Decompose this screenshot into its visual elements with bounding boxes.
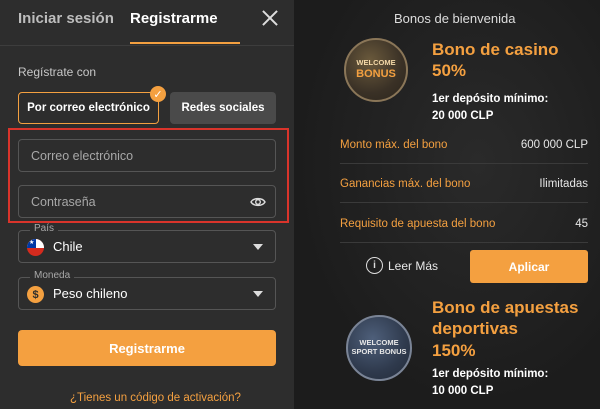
bonus-detail-value: 45: [575, 218, 588, 230]
coin-icon: $: [27, 286, 44, 303]
casino-min-deposit: 1er depósito mínimo: 20 000 CLP: [432, 91, 548, 124]
divider: [340, 163, 588, 164]
bonus-detail-value: 600 000 CLP: [520, 139, 588, 151]
close-icon[interactable]: [258, 6, 282, 30]
country-value: Chile: [53, 239, 83, 254]
info-icon[interactable]: i: [366, 257, 383, 274]
register-with-label: Regístrate con: [18, 65, 97, 79]
casino-bonus-percent: 50%: [432, 61, 467, 81]
casino-bonus-title: Bono de casino 50%: [432, 39, 592, 82]
currency-label: Moneda: [30, 270, 75, 281]
welcome-bonus-badge: WELCOME BONUS: [344, 38, 408, 102]
badge-line: BONUS: [356, 67, 396, 80]
divider: [340, 242, 588, 243]
sport-min-deposit: 1er depósito mínimo: 10 000 CLP: [432, 366, 548, 399]
activation-code-link[interactable]: ¿Tienes un código de activación?: [70, 392, 241, 404]
badge-line: SPORT BONUS: [351, 347, 407, 356]
casino-bonus-title-line: Bono de casino: [432, 40, 559, 59]
eye-icon[interactable]: [250, 195, 266, 209]
currency-select[interactable]: $ Peso chileno: [18, 277, 276, 310]
email-field[interactable]: Correo electrónico: [18, 139, 276, 172]
auth-tabs: Iniciar sesión Registrarme: [0, 0, 294, 46]
min-deposit-value: 20 000 CLP: [432, 109, 494, 122]
apply-button[interactable]: Aplicar: [470, 250, 588, 283]
sport-bonus-percent: 150%: [432, 340, 476, 360]
bonuses-title: Bonos de bienvenida: [394, 11, 516, 26]
password-placeholder: Contraseña: [31, 194, 96, 209]
currency-value: Peso chileno: [53, 286, 128, 301]
min-deposit-label: 1er depósito mínimo:: [432, 368, 549, 380]
chevron-down-icon: [253, 291, 263, 297]
min-deposit-label: 1er depósito mínimo:: [432, 93, 549, 105]
chile-flag-icon: ★: [27, 239, 44, 256]
badge-line: WELCOME: [356, 58, 396, 68]
tab-login[interactable]: Iniciar sesión: [18, 10, 114, 27]
bonus-detail-row: Monto máx. del bono 600 000 CLP: [340, 139, 588, 151]
sport-bonus-title-line: deportivas: [432, 319, 518, 339]
bonus-detail-key: Ganancias máx. del bono: [340, 178, 471, 190]
sport-bonus-title: Bono de apuestas deportivas 150%: [432, 297, 592, 361]
email-method-button[interactable]: Por correo electrónico: [18, 92, 159, 124]
min-deposit-value: 10 000 CLP: [432, 384, 494, 397]
register-button[interactable]: Registrarme: [18, 330, 276, 366]
social-method-button[interactable]: Redes sociales: [170, 92, 276, 124]
bonus-detail-key: Requisito de apuesta del bono: [340, 218, 496, 230]
read-more-link[interactable]: Leer Más: [388, 259, 438, 273]
email-placeholder: Correo electrónico: [31, 148, 134, 163]
welcome-sport-bonus-badge: WELCOME SPORT BONUS: [346, 315, 412, 381]
sport-bonus-title-line: Bono de apuestas: [432, 298, 579, 317]
tabs-divider: [0, 45, 294, 46]
bonus-detail-value: Ilimitadas: [539, 178, 588, 190]
bonus-detail-key: Monto máx. del bono: [340, 139, 448, 151]
password-field[interactable]: Contraseña: [18, 185, 276, 218]
bonuses-panel: Bonos de bienvenida WELCOME BONUS Bono d…: [294, 0, 600, 409]
chevron-down-icon: [253, 244, 263, 250]
check-icon: ✓: [150, 86, 166, 102]
country-select[interactable]: ★ Chile: [18, 230, 276, 263]
divider: [340, 202, 588, 203]
bonus-detail-row: Ganancias máx. del bono Ilimitadas: [340, 178, 588, 190]
active-tab-indicator: [130, 42, 240, 44]
tab-register[interactable]: Registrarme: [130, 10, 218, 27]
country-label: País: [30, 223, 59, 234]
registration-panel: Iniciar sesión Registrarme Regístrate co…: [0, 0, 294, 409]
bonus-detail-row: Requisito de apuesta del bono 45: [340, 218, 588, 230]
